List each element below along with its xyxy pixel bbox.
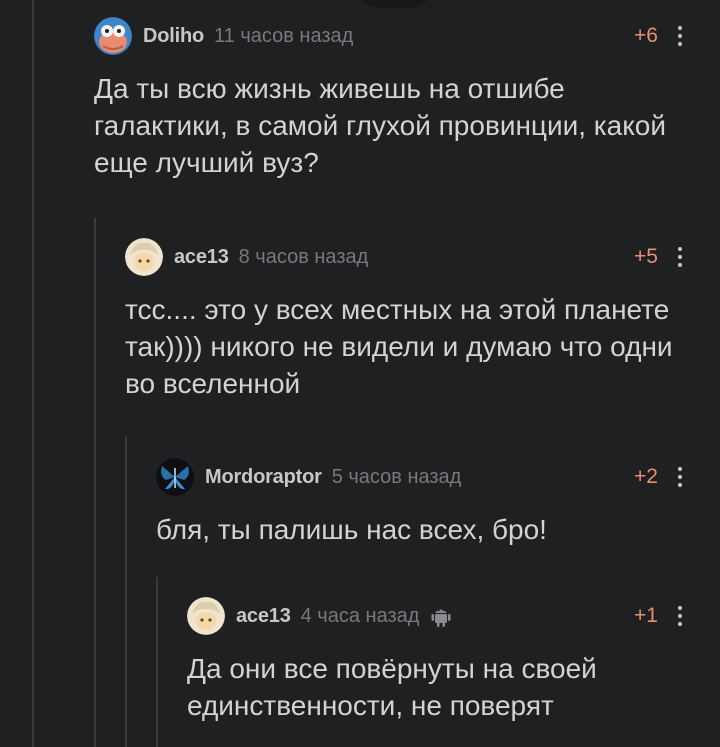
comment-text: Да ты всю жизнь живешь на отшибе галакти…	[94, 73, 667, 178]
comment-time: 4 часа назад	[300, 604, 420, 627]
thread-line[interactable]	[125, 437, 127, 747]
comment-text: Да они все повёрнуты на своей единственн…	[187, 653, 597, 721]
android-icon	[429, 604, 453, 628]
thread-line[interactable]	[32, 0, 34, 747]
comment-header: Doliho 11 часов назад +6	[94, 16, 720, 56]
comment-header: Mordoraptor 5 часов назад +2	[156, 457, 720, 497]
comment-text: тсс.... это у всех местных на этой плане…	[125, 294, 673, 399]
comment-time: 5 часов назад	[331, 465, 462, 488]
more-options-icon[interactable]	[670, 23, 690, 49]
comment-header: ace13 8 часов назад +5	[125, 237, 720, 277]
avatar[interactable]	[125, 238, 163, 276]
comment-text: бля, ты палишь нас всех, бро!	[156, 514, 547, 545]
comment-time: 11 часов назад	[214, 24, 354, 47]
more-options-icon[interactable]	[670, 464, 690, 490]
comment-rating[interactable]: +2	[634, 465, 658, 489]
comment: ace13 8 часов назад +5 тсс.... это у все…	[125, 237, 720, 402]
scroll-indicator	[352, 0, 436, 8]
avatar[interactable]	[187, 597, 225, 635]
author-name[interactable]: ace13	[236, 605, 291, 628]
comment-rating[interactable]: +5	[634, 245, 658, 269]
author-name[interactable]: Mordoraptor	[205, 466, 322, 489]
avatar[interactable]	[94, 17, 132, 55]
comment-time: 8 часов назад	[238, 245, 369, 268]
avatar[interactable]	[156, 458, 194, 496]
author-name[interactable]: Doliho	[143, 25, 204, 48]
comment: Doliho 11 часов назад +6 Да ты всю жизнь…	[94, 16, 720, 181]
comment-rating[interactable]: +1	[634, 604, 658, 628]
more-options-icon[interactable]	[670, 244, 690, 270]
comment: Mordoraptor 5 часов назад +2 бля, ты пал…	[156, 457, 720, 548]
comment-header: ace13 4 часа назад +1	[187, 596, 720, 636]
thread-line[interactable]	[94, 218, 96, 747]
comment: ace13 4 часа назад +1 Да они все повёрну…	[187, 596, 720, 724]
more-options-icon[interactable]	[670, 603, 690, 629]
author-name[interactable]: ace13	[174, 246, 229, 269]
thread-line[interactable]	[156, 577, 158, 747]
comment-rating[interactable]: +6	[634, 24, 658, 48]
